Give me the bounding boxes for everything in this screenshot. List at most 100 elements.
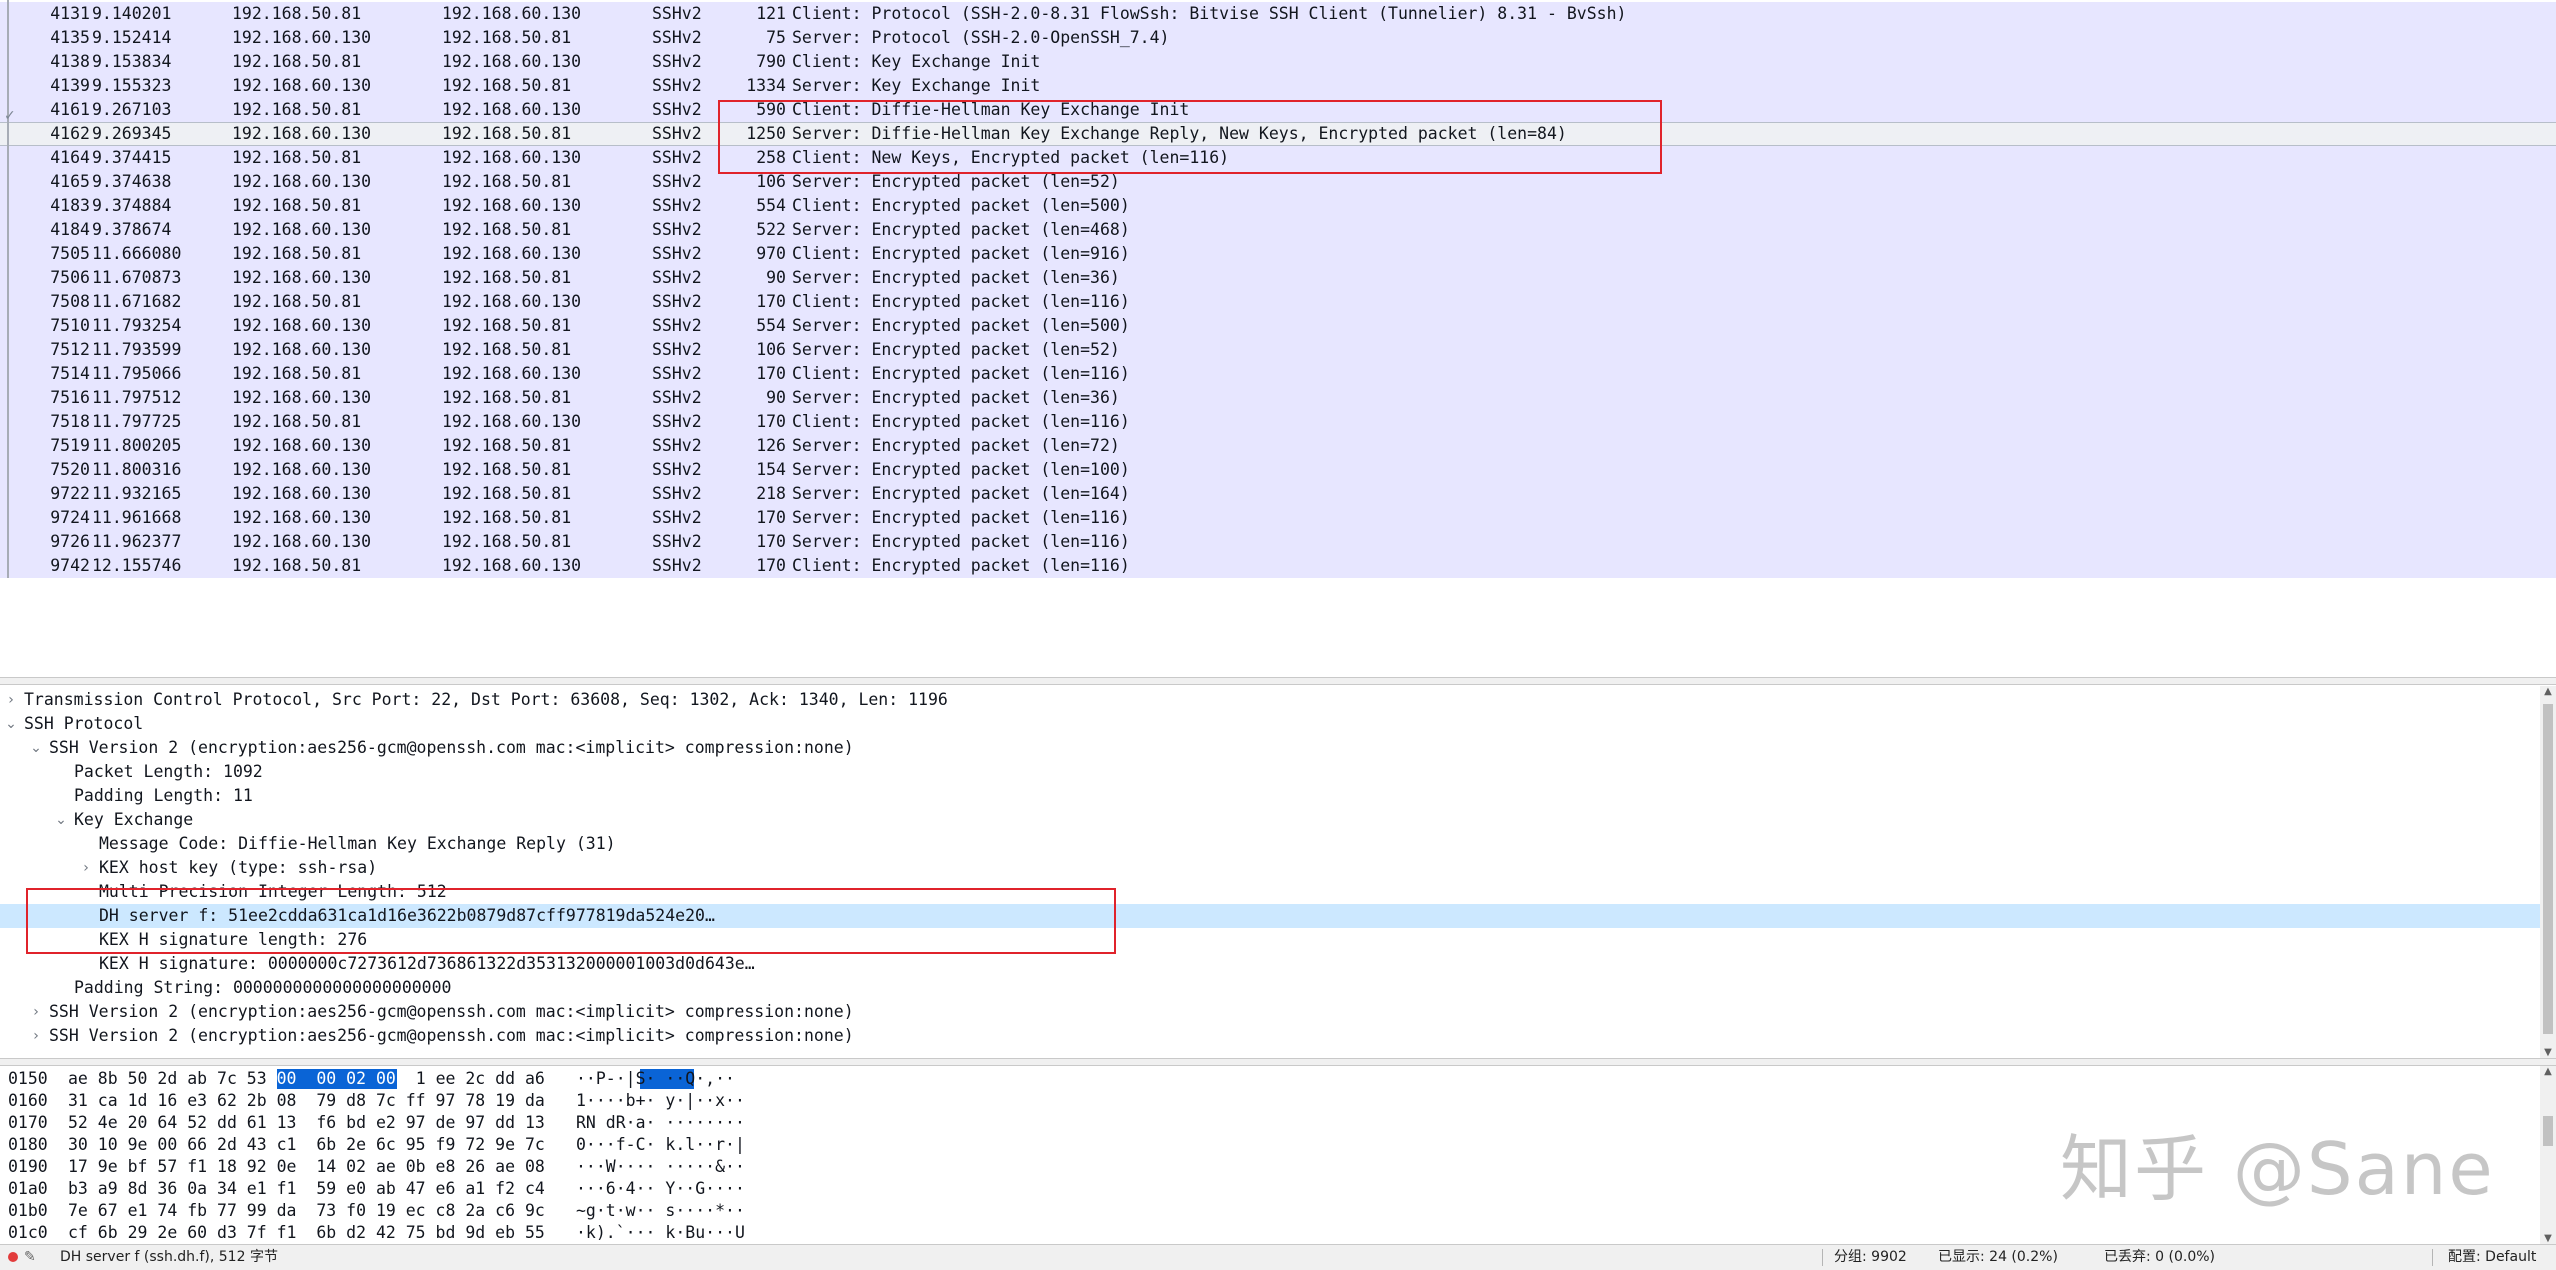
packet-time-cell: 12.155746 (92, 556, 182, 575)
expand-chevron-down-icon[interactable]: ⌄ (54, 808, 68, 832)
packet-len-cell: 126 (756, 436, 786, 455)
detail-tree-item[interactable]: ⌄ SSH Protocol (0, 712, 2540, 736)
bytes-scroll-thumb[interactable] (2543, 1116, 2553, 1146)
packet-row[interactable]: 7519 11.800205 192.168.60.130 192.168.50.81… (0, 434, 2556, 458)
packet-dst-cell: 192.168.60.130 (442, 556, 582, 575)
packet-row[interactable]: 4164 9.374415 192.168.50.81 192.168.60.130 S… (0, 146, 2556, 170)
detail-tree-item[interactable]: Packet Length: 1092 (0, 760, 2540, 784)
packet-row[interactable]: 7512 11.793599 192.168.60.130 192.168.50.81… (0, 338, 2556, 362)
detail-tree-item[interactable]: › KEX host key (type: ssh-rsa) (0, 856, 2540, 880)
capture-status-icon[interactable] (8, 1252, 18, 1262)
detail-tree-item[interactable]: › SSH Version 2 (encryption:aes256-gcm@op… (0, 1024, 2540, 1048)
packet-row[interactable]: 4139 9.155323 192.168.60.130 192.168.50.81 S… (0, 74, 2556, 98)
packet-details-tree[interactable]: › Transmission Control Protocol, Src Port… (0, 686, 2540, 1058)
detail-tree-item[interactable]: ⌄ Key Exchange (0, 808, 2540, 832)
detail-tree-item[interactable]: KEX H signature: 0000000c7273612d7368613… (0, 952, 2540, 976)
packet-time-cell: 9.269345 (92, 124, 172, 143)
pane-splitter-bottom[interactable] (0, 1058, 2556, 1066)
packet-len-cell: 170 (756, 532, 786, 551)
detail-tree-item[interactable]: Message Code: Diffie-Hellman Key Exchang… (0, 832, 2540, 856)
hex-bytes: cf 6b 29 2e 60 d3 7f f1 6b d2 42 75 bd 9… (68, 1223, 545, 1242)
packet-row[interactable]: 9726 11.962377 192.168.60.130 192.168.50.81… (0, 530, 2556, 554)
scroll-down-icon[interactable]: ▼ (2540, 1233, 2556, 1244)
status-profile[interactable]: 配置: Default (2448, 1245, 2536, 1269)
expand-chevron-down-icon[interactable]: ⌄ (4, 712, 18, 736)
packet-dst-cell: 192.168.50.81 (442, 436, 572, 455)
packet-row[interactable]: 9724 11.961668 192.168.60.130 192.168.50.81… (0, 506, 2556, 530)
packet-len-cell: 170 (756, 556, 786, 575)
details-scroll-thumb[interactable] (2543, 704, 2553, 1034)
hex-dump-row[interactable]: 0160 31 ca 1d 16 e3 62 2b 08 79 d8 7c ff … (0, 1090, 2540, 1112)
status-packets: 分组: 9902 (1834, 1249, 1907, 1265)
expand-chevron-right-icon[interactable]: › (29, 1000, 43, 1024)
packet-row[interactable]: 4165 9.374638 192.168.60.130 192.168.50.81 S… (0, 170, 2556, 194)
packet-proto-cell: SSHv2 (652, 556, 702, 575)
details-scrollbar[interactable]: ▲ ▼ (2540, 686, 2556, 1058)
packet-no-cell: 7508 (50, 292, 90, 311)
packet-dst-cell: 192.168.50.81 (442, 76, 572, 95)
packet-row[interactable]: 4162 9.269345 192.168.60.130 192.168.50.81 S… (0, 122, 2556, 146)
detail-tree-item[interactable]: › Transmission Control Protocol, Src Port… (0, 688, 2540, 712)
hex-ascii: ···6·4·· Y··G···· (576, 1179, 745, 1198)
packet-time-cell: 11.671682 (92, 292, 182, 311)
packet-len-cell: 554 (756, 196, 786, 215)
packet-row[interactable]: 7520 11.800316 192.168.60.130 192.168.50.81… (0, 458, 2556, 482)
packet-no-cell: 4161 (50, 100, 90, 119)
packet-time-cell: 11.666080 (92, 244, 182, 263)
detail-tree-item[interactable]: › SSH Version 2 (encryption:aes256-gcm@op… (0, 1000, 2540, 1024)
packet-row[interactable]: 9742 12.155746 192.168.50.81 192.168.60.130… (0, 554, 2556, 578)
scroll-up-icon[interactable]: ▲ (2540, 1066, 2556, 1077)
expand-chevron-right-icon[interactable]: › (4, 688, 18, 712)
packet-src-cell: 192.168.60.130 (232, 172, 372, 191)
packet-row[interactable]: 4138 9.153834 192.168.50.81 192.168.60.130 S… (0, 50, 2556, 74)
packet-list[interactable]: 9742 12.155746 192.168.50.81 192.168.60.130… (0, 0, 2556, 677)
packet-row[interactable]: 7514 11.795066 192.168.50.81 192.168.60.130… (0, 362, 2556, 386)
packet-row[interactable]: 4184 9.378674 192.168.60.130 192.168.50.81 S… (0, 218, 2556, 242)
detail-tree-item[interactable]: KEX H signature length: 276 (0, 928, 2540, 952)
packet-proto-cell: SSHv2 (652, 484, 702, 503)
packet-dst-cell: 192.168.50.81 (442, 28, 572, 47)
packet-dst-cell: 192.168.60.130 (442, 4, 582, 23)
detail-tree-item[interactable]: DH server f: 51ee2cdda631ca1d16e3622b087… (0, 904, 2540, 928)
packet-len-cell: 106 (756, 172, 786, 191)
scroll-up-icon[interactable]: ▲ (2540, 686, 2556, 697)
packet-row[interactable]: 7518 11.797725 192.168.50.81 192.168.60.130… (0, 410, 2556, 434)
detail-tree-item[interactable]: Multi Precision Integer Length: 512 (0, 880, 2540, 904)
packet-dst-cell: 192.168.50.81 (442, 316, 572, 335)
detail-tree-label: SSH Version 2 (encryption:aes256-gcm@ope… (49, 1002, 854, 1021)
packet-info-cell: Client: Protocol (SSH-2.0-8.31 FlowSsh: … (792, 4, 1627, 23)
hex-dump-row[interactable]: 01c0 cf 6b 29 2e 60 d3 7f f1 6b d2 42 75 … (0, 1222, 2540, 1244)
detail-tree-item[interactable]: Padding Length: 11 (0, 784, 2540, 808)
packet-info-cell: Server: Diffie-Hellman Key Exchange Repl… (792, 124, 1567, 143)
detail-tree-item[interactable]: Padding String: 0000000000000000000000 (0, 976, 2540, 1000)
packet-info-cell: Server: Encrypted packet (len=52) (792, 172, 1120, 191)
packet-len-cell: 90 (766, 268, 786, 287)
expand-chevron-down-icon[interactable]: ⌄ (29, 736, 43, 760)
packet-row[interactable]: 7516 11.797512 192.168.60.130 192.168.50.81… (0, 386, 2556, 410)
edit-comment-icon[interactable]: ✎ (24, 1245, 36, 1269)
packet-no-cell: 7516 (50, 388, 90, 407)
packet-row[interactable]: 4183 9.374884 192.168.50.81 192.168.60.130 S… (0, 194, 2556, 218)
expand-chevron-right-icon[interactable]: › (79, 856, 93, 880)
packet-row[interactable]: 7510 11.793254 192.168.60.130 192.168.50.81… (0, 314, 2556, 338)
packet-dst-cell: 192.168.50.81 (442, 124, 572, 143)
hex-offset: 0150 (8, 1069, 48, 1088)
packet-row[interactable]: 4135 9.152414 192.168.60.130 192.168.50.81 S… (0, 26, 2556, 50)
pane-splitter-top[interactable] (0, 677, 2556, 685)
hex-dump-row[interactable]: 0150 ae 8b 50 2d ab 7c 53 00 00 02 00 51 … (0, 1068, 2540, 1090)
packet-len-cell: 970 (756, 244, 786, 263)
packet-row[interactable]: 9722 11.932165 192.168.60.130 192.168.50.81… (0, 482, 2556, 506)
scroll-down-icon[interactable]: ▼ (2540, 1047, 2556, 1058)
packet-row[interactable]: 7505 11.666080 192.168.50.81 192.168.60.130… (0, 242, 2556, 266)
bytes-scrollbar[interactable]: ▲ ▼ (2540, 1066, 2556, 1244)
detail-tree-item[interactable]: ⌄ SSH Version 2 (encryption:aes256-gcm@op… (0, 736, 2540, 760)
packet-row[interactable]: 7508 11.671682 192.168.50.81 192.168.60.130… (0, 290, 2556, 314)
packet-dst-cell: 192.168.60.130 (442, 100, 582, 119)
packet-row[interactable]: 7506 11.670873 192.168.60.130 192.168.50.81… (0, 266, 2556, 290)
packet-proto-cell: SSHv2 (652, 220, 702, 239)
packet-src-cell: 192.168.60.130 (232, 124, 372, 143)
expand-chevron-right-icon[interactable]: › (29, 1024, 43, 1048)
packet-row[interactable]: 4161 9.267103 192.168.50.81 192.168.60.130 S… (0, 98, 2556, 122)
packet-row[interactable]: 4131 9.140201 192.168.50.81 192.168.60.130 S… (0, 2, 2556, 26)
packet-time-cell: 9.378674 (92, 220, 172, 239)
